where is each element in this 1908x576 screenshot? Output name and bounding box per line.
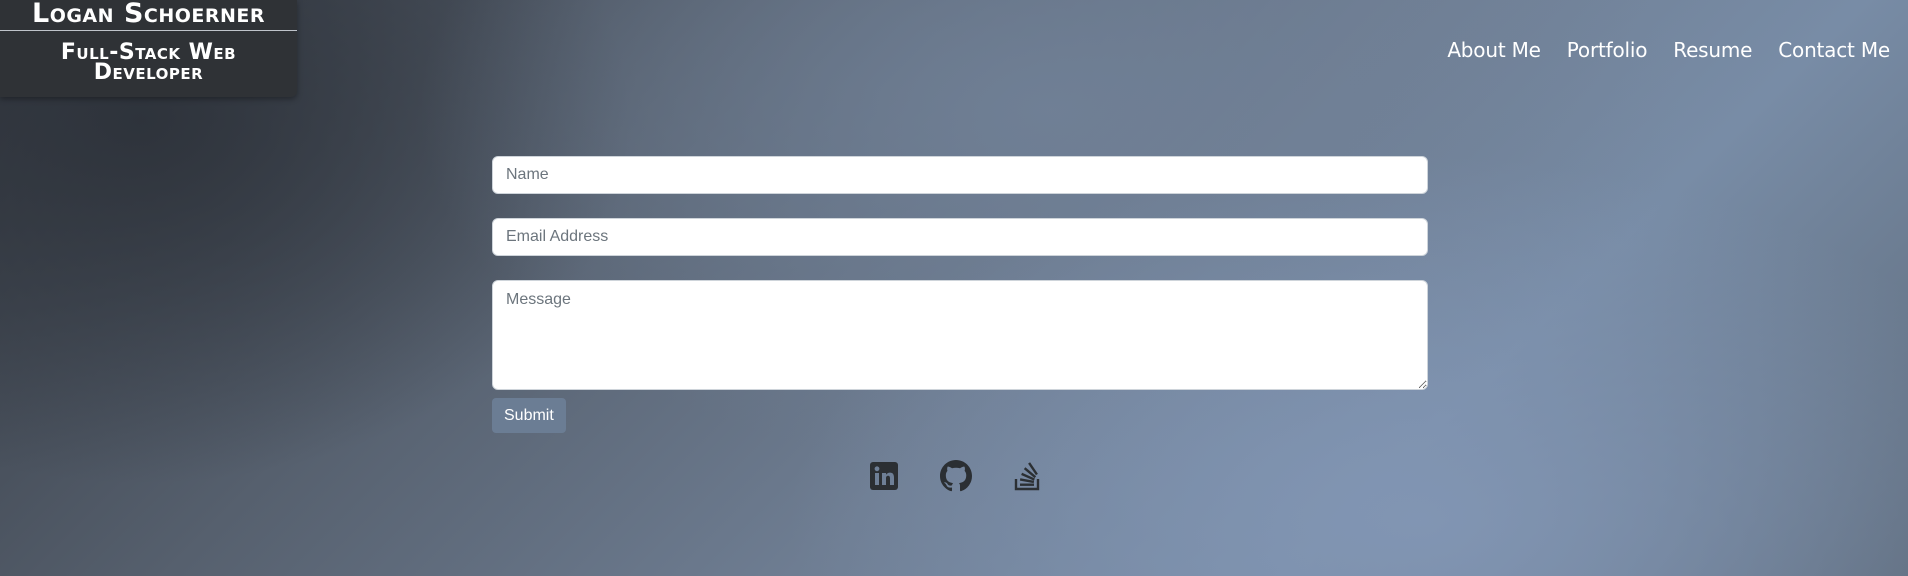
github-icon	[940, 460, 972, 492]
linkedin-icon	[870, 462, 898, 490]
contact-form: Submit	[492, 156, 1428, 433]
message-textarea[interactable]	[492, 280, 1428, 390]
nav-link-resume[interactable]: Resume	[1673, 38, 1752, 62]
brand-block[interactable]: Logan Schoerner Full-Stack Web Developer	[0, 0, 297, 97]
email-input[interactable]	[492, 218, 1428, 256]
site-name: Logan Schoerner	[0, 0, 297, 31]
submit-button[interactable]: Submit	[492, 398, 566, 433]
nav-link-contact-me[interactable]: Contact Me	[1778, 38, 1890, 62]
nav-link-about-me[interactable]: About Me	[1447, 38, 1541, 62]
main-nav: About Me Portfolio Resume Contact Me	[1447, 38, 1890, 62]
nav-link-portfolio[interactable]: Portfolio	[1567, 38, 1648, 62]
social-links	[0, 460, 1908, 492]
site-subtitle: Full-Stack Web Developer	[60, 40, 237, 85]
stack-overflow-link[interactable]	[1013, 460, 1043, 492]
linkedin-link[interactable]	[869, 460, 899, 492]
stack-overflow-icon	[1014, 461, 1042, 491]
name-input[interactable]	[492, 156, 1428, 194]
github-link[interactable]	[940, 460, 972, 492]
